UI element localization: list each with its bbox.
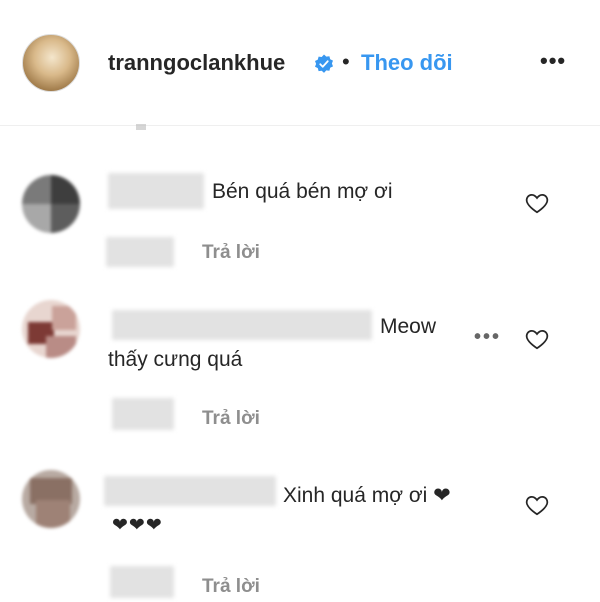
reply-button[interactable]: Trả lời — [202, 242, 260, 264]
commenter-avatar[interactable] — [22, 175, 80, 233]
blurred-comment-time — [112, 398, 174, 430]
post-header: tranngoclankhue • Theo dõi ••• — [0, 0, 600, 126]
header-separator: • — [342, 49, 350, 74]
heart-outline-icon[interactable] — [524, 190, 550, 216]
blurred-commenter-name[interactable] — [108, 173, 204, 209]
comment-text: Meow — [380, 315, 437, 338]
more-options-icon[interactable]: ••• — [540, 48, 566, 74]
author-username[interactable]: tranngoclankhue — [108, 50, 285, 76]
verified-badge-icon — [315, 54, 333, 73]
comment-text: Xinh quá mợ ơi ❤ — [283, 484, 451, 507]
heart-outline-icon[interactable] — [524, 326, 550, 352]
heart-outline-icon[interactable] — [524, 492, 550, 518]
blurred-commenter-name[interactable] — [104, 476, 276, 506]
commenter-avatar[interactable] — [22, 300, 80, 358]
reply-button[interactable]: Trả lời — [202, 576, 260, 598]
previous-comment-remnant — [136, 124, 146, 130]
commenter-avatar[interactable] — [22, 470, 80, 528]
blurred-comment-time — [106, 237, 174, 267]
author-avatar[interactable] — [22, 34, 80, 92]
comment-text-line2: ❤❤❤ — [112, 515, 163, 536]
follow-button[interactable]: Theo dõi — [361, 50, 453, 76]
blurred-comment-time — [110, 566, 174, 598]
more-horizontal-icon[interactable]: ••• — [474, 326, 501, 349]
comment-text-line2: thấy cưng quá — [108, 348, 243, 371]
reply-button[interactable]: Trả lời — [202, 408, 260, 430]
comment-text: Bén quá bén mợ ơi — [212, 180, 393, 203]
blurred-commenter-name[interactable] — [112, 310, 372, 340]
